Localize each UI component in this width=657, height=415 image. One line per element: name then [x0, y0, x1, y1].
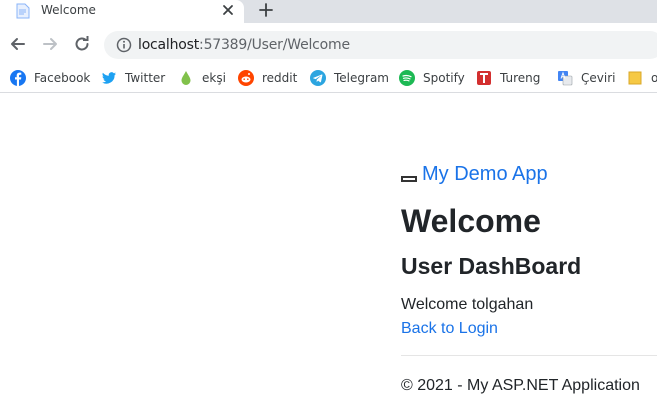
facebook-icon [10, 70, 26, 86]
folder-icon [628, 71, 642, 85]
brand-link[interactable]: My Demo App [422, 163, 548, 186]
tab-welcome[interactable]: Welcome [0, 0, 244, 23]
twitter-icon [102, 72, 116, 84]
bookmark-ceviri[interactable]: Çeviri [557, 69, 615, 87]
close-icon[interactable] [219, 1, 237, 19]
telegram-icon [310, 70, 326, 86]
bookmark-eksi[interactable]: ekşi [178, 69, 226, 87]
tab-strip: Welcome [0, 0, 657, 23]
bookmark-label: reddit [262, 71, 298, 85]
bookmark-label: o [651, 71, 657, 85]
eksi-drop-icon [181, 71, 191, 85]
reddit-icon [238, 70, 254, 86]
page-subtitle: User DashBoard [401, 253, 582, 279]
navbar-brand-row: My Demo App [401, 163, 548, 186]
tureng-icon [477, 71, 491, 85]
info-icon[interactable] [116, 37, 132, 53]
bookmark-tureng[interactable]: Tureng [476, 69, 540, 87]
bookmark-label: Telegram [334, 71, 389, 85]
translate-icon [558, 71, 573, 86]
spotify-icon [399, 70, 415, 86]
url-host: localhost [138, 37, 200, 53]
url-path: :57389/User/Welcome [199, 37, 350, 53]
tab-title: Welcome [41, 3, 96, 17]
bookmark-label: Spotify [423, 71, 465, 85]
bookmark-twitter[interactable]: Twitter [101, 69, 165, 87]
footer-text: © 2021 - My ASP.NET Application [401, 377, 640, 394]
back-arrow-icon[interactable] [8, 34, 28, 54]
broken-image-icon [401, 175, 417, 182]
bookmark-label: Facebook [34, 71, 91, 85]
bookmarks-bar: Facebook Twitter ekşi reddit Telegram Sp… [0, 63, 657, 93]
page-icon [16, 3, 30, 19]
bookmark-facebook[interactable]: Facebook [10, 69, 90, 87]
address-bar[interactable]: localhost:57389/User/Welcome [104, 31, 657, 59]
bookmark-telegram[interactable]: Telegram [310, 69, 389, 87]
forward-arrow-icon[interactable] [40, 34, 60, 54]
page-title: Welcome [401, 203, 541, 239]
back-to-login-link[interactable]: Back to Login [401, 320, 498, 338]
reload-icon[interactable] [72, 34, 92, 54]
plus-icon[interactable] [256, 0, 276, 20]
welcome-message: Welcome tolgahan [401, 296, 534, 313]
bookmark-label: Tureng [500, 71, 541, 85]
bookmark-label: Twitter [125, 71, 166, 85]
bookmark-spotify[interactable]: Spotify [399, 69, 465, 87]
url-text[interactable]: localhost:57389/User/Welcome [138, 37, 350, 53]
bookmark-label: ekşi [202, 71, 226, 85]
bookmark-folder[interactable]: o [627, 69, 657, 87]
bookmark-reddit[interactable]: reddit [238, 69, 297, 87]
footer-divider [401, 355, 657, 356]
bookmark-label: Çeviri [581, 71, 616, 85]
browser-toolbar: localhost:57389/User/Welcome [0, 23, 657, 63]
